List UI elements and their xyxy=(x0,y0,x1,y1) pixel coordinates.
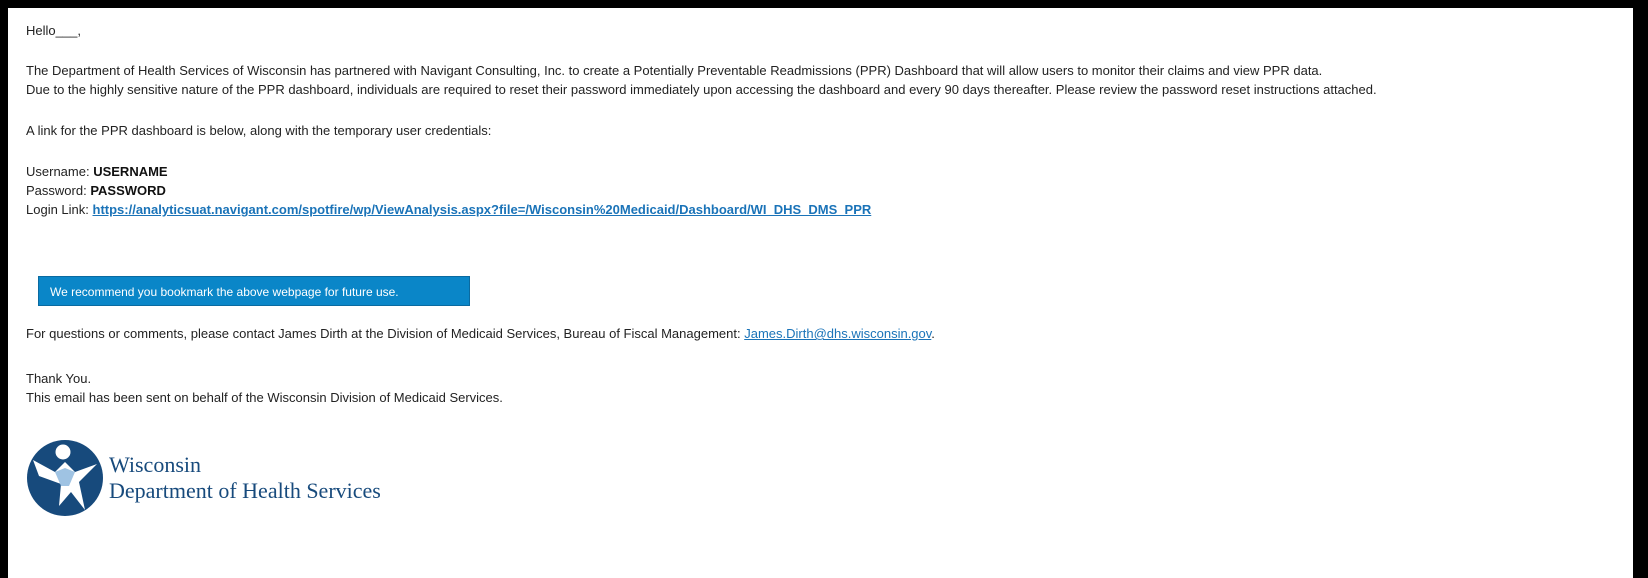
bookmark-recommendation-banner: We recommend you bookmark the above webp… xyxy=(38,276,470,306)
questions-end: . xyxy=(931,326,935,341)
password-row: Password: PASSWORD xyxy=(26,182,166,200)
password-value: PASSWORD xyxy=(90,183,166,198)
intro-line-2: Due to the highly sensitive nature of th… xyxy=(26,82,1377,97)
sent-on-behalf: This email has been sent on behalf of th… xyxy=(26,390,503,405)
logo-line-2: Department of Health Services xyxy=(109,478,381,503)
username-label: Username: xyxy=(26,164,94,179)
thanks: Thank You. xyxy=(26,371,92,386)
login-label: Login Link: xyxy=(26,202,93,217)
questions-row: For questions or comments, please contac… xyxy=(26,325,935,343)
link-intro: A link for the PPR dashboard is below, a… xyxy=(26,123,492,138)
intro-line-1: The Department of Health Services of Wis… xyxy=(26,63,1323,78)
greeting: Hello___, xyxy=(26,23,81,38)
contact-email-link[interactable]: James.Dirth@dhs.wisconsin.gov xyxy=(744,326,931,341)
dhs-logo-text: Wisconsin Department of Health Services xyxy=(109,452,381,504)
username-value: USERNAME xyxy=(93,164,168,179)
logo-line-1: Wisconsin xyxy=(109,452,201,477)
email-body: Hello___, The Department of Health Servi… xyxy=(8,8,1633,578)
questions-text: For questions or comments, please contac… xyxy=(26,326,745,341)
password-label: Password: xyxy=(26,183,91,198)
wisconsin-dhs-figure-icon xyxy=(25,438,105,518)
username-row: Username: USERNAME xyxy=(26,163,168,181)
login-row: Login Link: https://analyticsuat.navigan… xyxy=(26,201,871,219)
login-link[interactable]: https://analyticsuat.navigant.com/spotfi… xyxy=(93,202,872,217)
